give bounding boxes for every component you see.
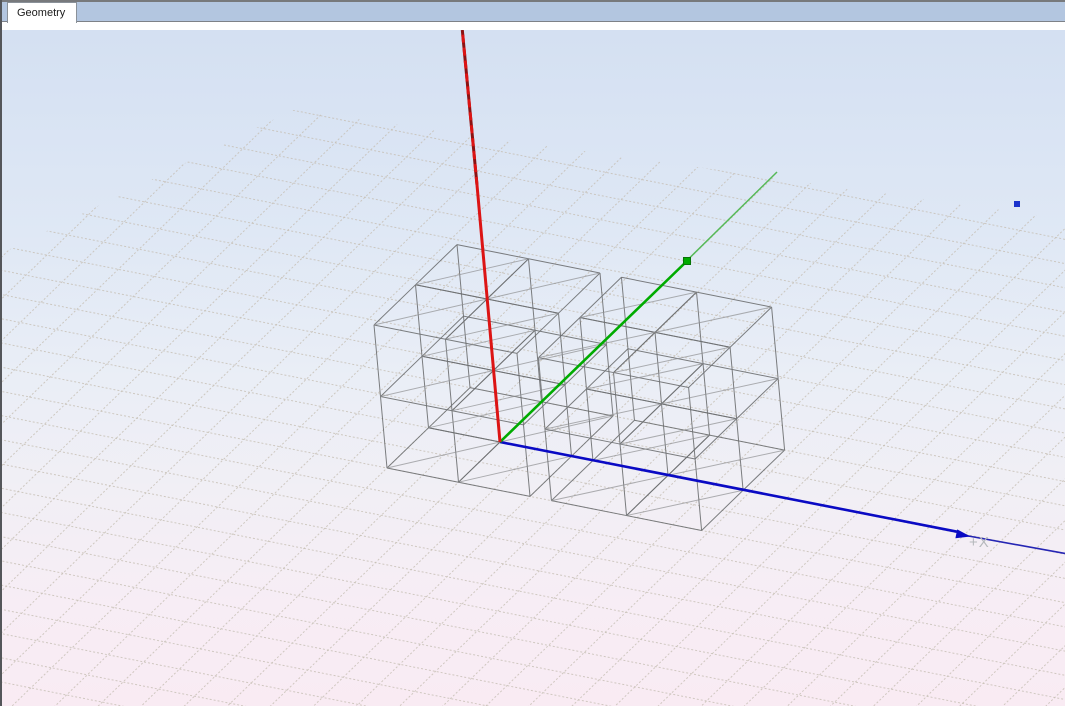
tab-bar: Geometry bbox=[0, 2, 1065, 22]
tab-geometry-label: Geometry bbox=[17, 7, 65, 19]
geometry-3d-viewport[interactable]: +X bbox=[0, 30, 1065, 706]
window-left-border bbox=[0, 0, 2, 706]
tab-content-edge bbox=[0, 23, 1065, 30]
application-window: Geometry +X bbox=[0, 0, 1065, 706]
point-marker[interactable] bbox=[1014, 201, 1020, 207]
sky-ground-gradient bbox=[0, 30, 1065, 706]
y-axis-arrow-marker bbox=[684, 258, 691, 265]
scene-canvas[interactable]: +X bbox=[0, 30, 1065, 706]
tab-geometry[interactable]: Geometry bbox=[7, 2, 77, 23]
x-axis-label: +X bbox=[969, 534, 990, 551]
